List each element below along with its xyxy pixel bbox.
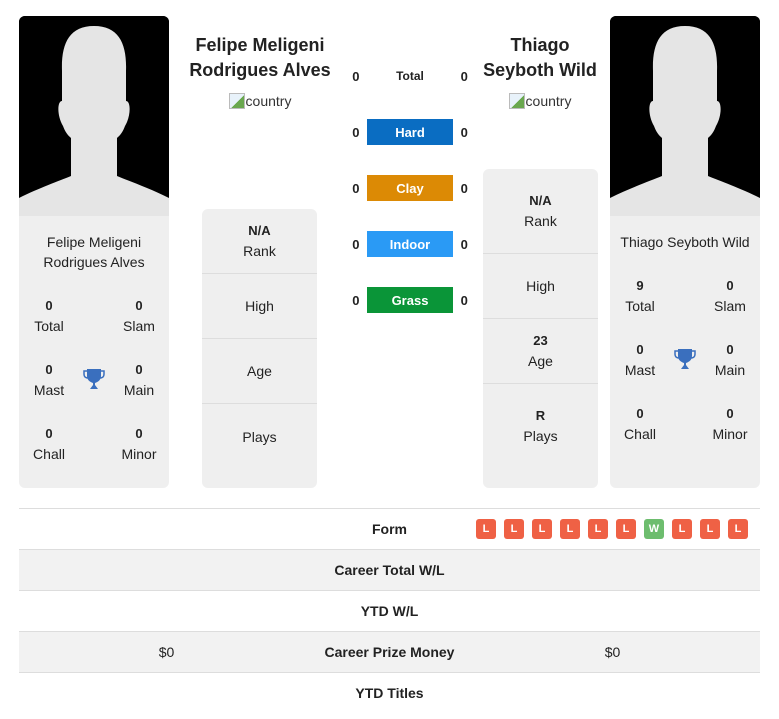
surface-clay-badge: Clay bbox=[366, 175, 454, 201]
form-badge-loss: L bbox=[672, 519, 692, 539]
surface-indoor-badge: Indoor bbox=[366, 231, 454, 257]
player2-stat-slam: 0 Slam bbox=[714, 278, 746, 314]
surface-hard-badge: Hard bbox=[366, 119, 454, 145]
player2-flag: country bbox=[460, 93, 620, 109]
silhouette-icon bbox=[19, 16, 169, 216]
form-badge-loss: L bbox=[728, 519, 748, 539]
h2h-indoor: 0 Indoor 0 bbox=[345, 231, 475, 257]
form-row: Form LLLLLLWLLL bbox=[19, 508, 760, 549]
player1-stat-mast: 0 Mast bbox=[33, 362, 65, 398]
player2-plays: R Plays bbox=[523, 408, 558, 444]
h2h-total: 0 Total 0 bbox=[352, 68, 468, 84]
broken-image-icon bbox=[508, 93, 525, 109]
player1-photo bbox=[19, 16, 169, 216]
player2-info-panel: N/A Rank High 23 Age R Plays bbox=[483, 169, 598, 488]
player1-plays: Plays bbox=[242, 428, 277, 445]
player2-stat-main: 0 Main bbox=[714, 342, 746, 378]
trophy-icon bbox=[672, 346, 698, 372]
career-total-wl-row: Career Total W/L bbox=[19, 549, 760, 590]
h2h-hard: 0 Hard 0 bbox=[345, 119, 475, 145]
player2-card-name: Thiago Seyboth Wild bbox=[620, 234, 750, 250]
player2-stat-minor: 0 Minor bbox=[712, 406, 748, 442]
form-badge-loss: L bbox=[588, 519, 608, 539]
form-badge-win: W bbox=[644, 519, 664, 539]
player1-stat-main: 0 Main bbox=[123, 362, 155, 398]
player2-stat-chall: 0 Chall bbox=[624, 406, 656, 442]
player1-info-panel: N/A Rank High Age Plays bbox=[202, 209, 317, 488]
surface-grass-badge: Grass bbox=[366, 287, 454, 313]
form-badge-loss: L bbox=[560, 519, 580, 539]
trophy-icon bbox=[81, 366, 107, 392]
silhouette-icon bbox=[610, 16, 760, 216]
form-badges: LLLLLLWLLL bbox=[465, 519, 760, 539]
player2-rank: N/A Rank bbox=[483, 169, 598, 254]
comparison-table: Form LLLLLLWLLL Career Total W/L YTD W/L… bbox=[19, 508, 760, 713]
player2-card: Thiago Seyboth Wild 9 Total 0 Slam 0 Mas… bbox=[610, 216, 760, 488]
ytd-wl-row: YTD W/L bbox=[19, 590, 760, 631]
player2-stat-total: 9 Total bbox=[625, 278, 655, 314]
player1-name-heading[interactable]: Felipe Meligeni Rodrigues Alves bbox=[180, 33, 340, 83]
player2-name-heading[interactable]: Thiago Seyboth Wild bbox=[460, 33, 620, 83]
player1-card: Felipe Meligeni Rodrigues Alves 0 Total … bbox=[19, 216, 169, 488]
ytd-titles-row: YTD Titles bbox=[19, 672, 760, 713]
broken-image-icon bbox=[228, 93, 245, 109]
player1-stat-chall: 0 Chall bbox=[33, 426, 65, 462]
player2-photo bbox=[610, 16, 760, 216]
player2-high: High bbox=[483, 254, 598, 319]
player1-high: High bbox=[202, 274, 317, 339]
form-badge-loss: L bbox=[532, 519, 552, 539]
player1-flag: country bbox=[180, 93, 340, 109]
player1-card-name: Felipe Meligeni Rodrigues Alves bbox=[43, 234, 145, 270]
player1-stat-slam: 0 Slam bbox=[123, 298, 155, 334]
form-badge-loss: L bbox=[476, 519, 496, 539]
player2-age: 23 Age bbox=[483, 319, 598, 384]
h2h-clay: 0 Clay 0 bbox=[345, 175, 475, 201]
form-badge-loss: L bbox=[700, 519, 720, 539]
player2-stat-mast: 0 Mast bbox=[624, 342, 656, 378]
player1-age: Age bbox=[202, 339, 317, 404]
player1-stat-total: 0 Total bbox=[34, 298, 64, 334]
form-badge-loss: L bbox=[504, 519, 524, 539]
player1-rank: N/A Rank bbox=[202, 209, 317, 274]
form-badge-loss: L bbox=[616, 519, 636, 539]
player1-stat-minor: 0 Minor bbox=[121, 426, 157, 462]
h2h-grass: 0 Grass 0 bbox=[345, 287, 475, 313]
career-prize-money-row: $0 Career Prize Money $0 bbox=[19, 631, 760, 672]
